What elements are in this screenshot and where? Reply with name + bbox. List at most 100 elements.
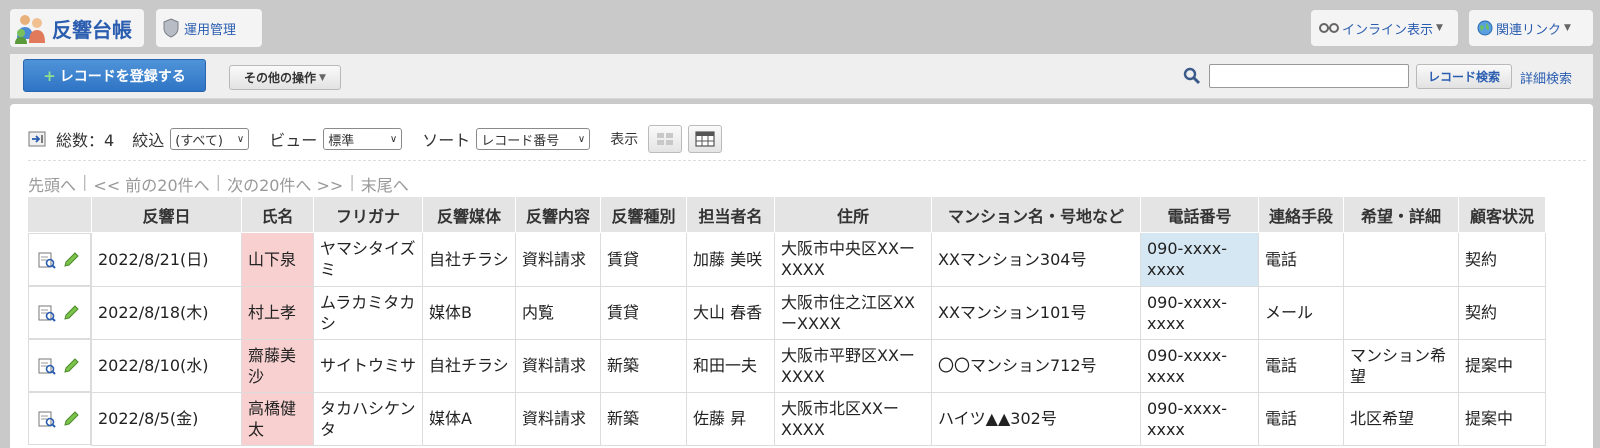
pager: 先頭へ | << 前の20件へ | 次の20件へ >> | 末尾へ <box>28 172 409 196</box>
table-cell: 和田一夫 <box>686 338 775 393</box>
column-header[interactable]: マンション名・号地など <box>931 196 1141 233</box>
table-cell: 電話 <box>1258 232 1344 287</box>
glasses-icon <box>1319 23 1339 33</box>
total-count: 総数：4 <box>56 131 115 150</box>
pager-last[interactable]: 末尾へ <box>361 172 409 196</box>
table-cell: 北区希望 <box>1343 391 1459 446</box>
column-header[interactable]: 担当者名 <box>686 196 775 233</box>
advanced-search-link[interactable]: 詳細検索 <box>1520 68 1572 87</box>
list-controls: 総数：4 絞込 (すべて) ∨ ビュー 標準 ∨ ソート レコード番号 ∨ 表示 <box>28 125 728 153</box>
table-cell: XXマンション101号 <box>931 285 1141 340</box>
table-cell: 山下泉 <box>241 232 314 287</box>
pager-next[interactable]: 次の20件へ >> <box>227 172 343 196</box>
app-title: 反響台帳 <box>52 17 132 42</box>
column-header[interactable]: 反響日 <box>91 196 242 233</box>
column-header[interactable]: 氏名 <box>241 196 314 233</box>
filter-value: (すべて) <box>175 133 223 149</box>
pager-separator: | <box>349 172 355 191</box>
table-view-button[interactable] <box>688 125 723 153</box>
detail-view-icon[interactable] <box>38 251 56 269</box>
grid-view-button[interactable] <box>648 125 683 153</box>
table-cell: 佐藤 昇 <box>686 391 775 446</box>
content-panel: 総数：4 絞込 (すべて) ∨ ビュー 標準 ∨ ソート レコード番号 ∨ 表示 <box>10 104 1593 448</box>
inline-display-menu[interactable]: インライン表示 ▼ <box>1311 10 1458 46</box>
admin-label: 運用管理 <box>184 22 237 38</box>
detail-view-icon[interactable] <box>38 357 56 375</box>
sort-label: ソート <box>422 131 471 150</box>
chevron-down-icon: ▼ <box>1436 23 1443 33</box>
plus-icon: + <box>43 66 56 85</box>
globe-icon <box>1477 20 1493 36</box>
top-bar: 反響台帳 運用管理 インライン表示 ▼ 関連リンク ▼ <box>0 0 1600 54</box>
column-header[interactable]: 住所 <box>774 196 932 233</box>
chevron-down-icon: ▼ <box>1564 23 1571 33</box>
table-cell: 2022/8/10(水) <box>91 338 242 393</box>
other-actions-button[interactable]: その他の操作 ▼ <box>229 65 341 90</box>
column-header[interactable]: 顧客状況 <box>1458 196 1546 233</box>
other-actions-label: その他の操作 <box>244 71 317 85</box>
table-cell: 契約 <box>1458 285 1546 340</box>
detail-view-icon[interactable] <box>38 304 56 322</box>
chevron-down-icon: ∨ <box>577 133 586 145</box>
admin-tab[interactable]: 運用管理 <box>156 9 262 47</box>
table-cell: XXマンション304号 <box>931 232 1141 287</box>
table-cell: 媒体B <box>422 285 516 340</box>
record-search-button[interactable]: レコード検索 <box>1416 64 1512 89</box>
register-record-button[interactable]: + レコードを登録する <box>23 59 206 92</box>
people-icon <box>15 15 45 44</box>
table-header-row: 反響日 氏名 フリガナ 反響媒体 反響内容 反響種別 担当者名 住所 マンション… <box>27 196 1546 233</box>
table-cell: 資料請求 <box>515 391 601 446</box>
table-cell: 新築 <box>600 391 687 446</box>
pager-separator: | <box>82 172 88 191</box>
table-cell: 村上孝 <box>241 285 314 340</box>
table-cell: 提案中 <box>1458 391 1546 446</box>
app-title-tab[interactable]: 反響台帳 <box>10 9 144 47</box>
detail-view-icon[interactable] <box>38 410 56 428</box>
table-cell: 新築 <box>600 338 687 393</box>
table-cell: 大阪市平野区XXーXXXX <box>774 338 932 393</box>
table-cell: 090-xxxx-xxxx <box>1140 338 1259 393</box>
edit-pencil-icon[interactable] <box>62 251 80 269</box>
column-header[interactable]: 連絡手段 <box>1258 196 1344 233</box>
table-cell: 090-xxxx-xxxx <box>1140 232 1259 287</box>
edit-pencil-icon[interactable] <box>62 304 80 322</box>
table-cell: 齋藤美沙 <box>241 338 314 393</box>
table-row: 2022/8/21(日) 山下泉 ヤマシタイズミ 自社チラシ 資料請求 賃貸 加… <box>27 232 1546 287</box>
table-row: 2022/8/18(木) 村上孝 ムラカミタカシ 媒体B 内覧 賃貸 大山 春香… <box>27 285 1546 340</box>
table-cell: 090-xxxx-xxxx <box>1140 285 1259 340</box>
table-cell: 内覧 <box>515 285 601 340</box>
row-actions <box>27 286 91 339</box>
table-cell: 大山 春香 <box>686 285 775 340</box>
column-header[interactable]: フリガナ <box>313 196 423 233</box>
sort-value: レコード番号 <box>481 133 560 149</box>
filter-label: 絞込 <box>132 131 165 150</box>
filter-select[interactable]: (すべて) ∨ <box>170 128 250 150</box>
export-icon[interactable] <box>28 131 46 147</box>
table-cell: 090-xxxx-xxxx <box>1140 391 1259 446</box>
row-actions <box>27 233 91 286</box>
table-cell: 賃貸 <box>600 285 687 340</box>
table-cell: メール <box>1258 285 1344 340</box>
chevron-down-icon: ∨ <box>236 133 245 145</box>
shield-icon <box>163 18 179 38</box>
column-header[interactable]: 反響内容 <box>515 196 601 233</box>
table-cell: 契約 <box>1458 232 1546 287</box>
column-header[interactable]: 電話番号 <box>1140 196 1259 233</box>
table-cell: 2022/8/18(木) <box>91 285 242 340</box>
sort-select[interactable]: レコード番号 ∨ <box>476 128 591 150</box>
pager-first[interactable]: 先頭へ <box>28 172 76 196</box>
table-cell: 〇〇マンション712号 <box>931 338 1141 393</box>
column-header[interactable]: 反響種別 <box>600 196 687 233</box>
view-select[interactable]: 標準 ∨ <box>323 128 403 150</box>
edit-pencil-icon[interactable] <box>62 357 80 375</box>
table-cell: 加藤 美咲 <box>686 232 775 287</box>
pager-prev[interactable]: << 前の20件へ <box>93 172 209 196</box>
edit-pencil-icon[interactable] <box>62 410 80 428</box>
row-actions <box>27 339 91 392</box>
search-input[interactable] <box>1209 64 1409 88</box>
column-header[interactable]: 反響媒体 <box>422 196 516 233</box>
column-header <box>27 196 92 233</box>
table-cell: 提案中 <box>1458 338 1546 393</box>
related-links-menu[interactable]: 関連リンク ▼ <box>1469 10 1593 46</box>
column-header[interactable]: 希望・詳細 <box>1343 196 1459 233</box>
